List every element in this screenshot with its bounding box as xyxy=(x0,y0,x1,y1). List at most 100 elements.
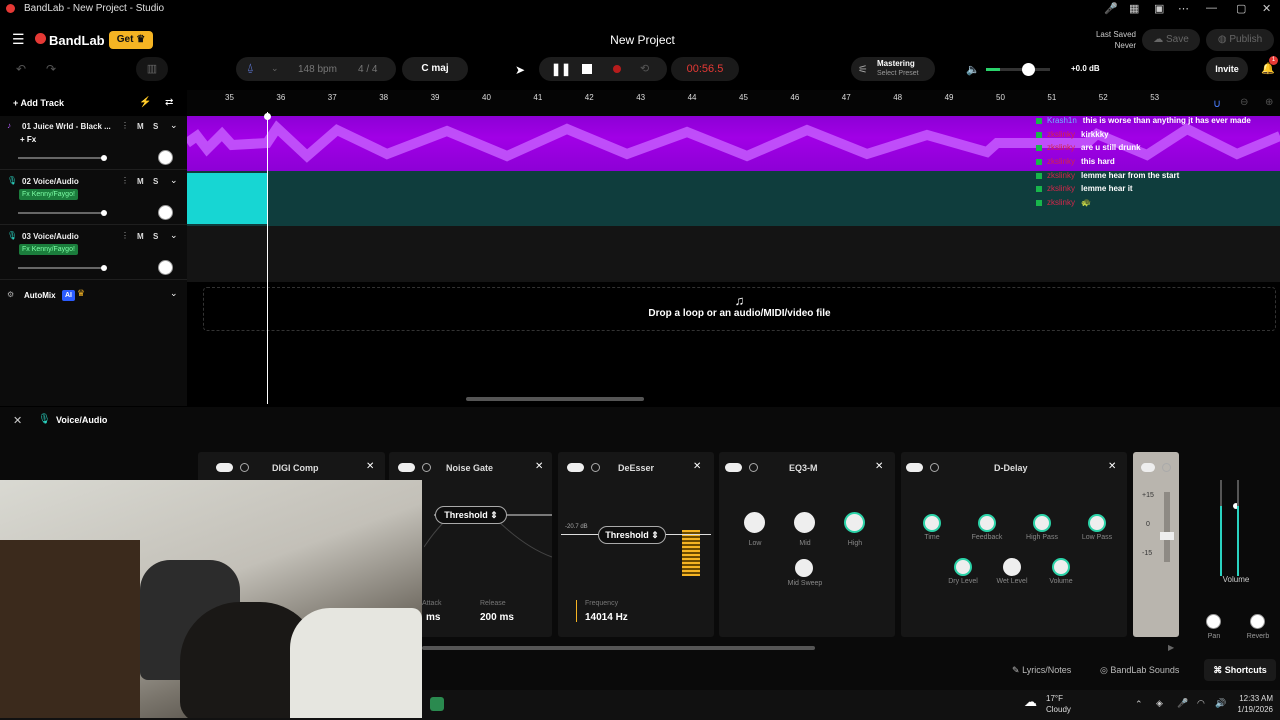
release-value[interactable]: 200 ms xyxy=(480,612,514,623)
taskbar-app-icon[interactable] xyxy=(430,697,444,711)
timeline-scrollbar[interactable] xyxy=(466,397,644,401)
delay-lowpass-knob[interactable] xyxy=(1088,514,1106,532)
publish-button[interactable]: ◍ Publish xyxy=(1206,29,1274,51)
info-icon[interactable] xyxy=(749,463,758,472)
delay-highpass-knob[interactable] xyxy=(1033,514,1051,532)
delay-feedback-knob[interactable] xyxy=(978,514,996,532)
metronome-dropdown-icon[interactable]: ⌄ xyxy=(271,63,279,74)
close-icon[interactable]: ✕ xyxy=(875,461,883,472)
frequency-value[interactable]: 14014 Hz xyxy=(585,612,628,623)
info-icon[interactable] xyxy=(422,463,431,472)
fx-scrollbar[interactable] xyxy=(422,646,815,650)
tray-app-icon[interactable]: ◈ xyxy=(1156,698,1163,709)
wifi-icon[interactable]: ◠ xyxy=(1197,698,1205,709)
track-header-1[interactable]: ♪ 01 Juice Wrld - Black ... ⋮ M S ⌄ + Fx xyxy=(0,116,187,170)
solo-button[interactable]: S xyxy=(153,232,158,241)
volume-fader-track[interactable] xyxy=(1220,480,1222,576)
mic-icon[interactable]: 🎤 xyxy=(1104,2,1118,15)
track-menu-icon[interactable]: ⋮ xyxy=(121,121,129,130)
save-button[interactable]: ☁ Save xyxy=(1142,29,1200,51)
attack-value[interactable]: ms xyxy=(426,612,440,623)
maximize-icon[interactable]: ▢ xyxy=(1236,2,1246,15)
get-membership-button[interactable]: Get ♛ xyxy=(109,31,153,49)
automix-row[interactable]: ⚙ AutoMix AI ♛ ⌄ xyxy=(0,283,187,309)
info-icon[interactable] xyxy=(240,463,249,472)
track-volume-slider[interactable] xyxy=(18,155,107,161)
fx-preset-tag[interactable]: Fx Kenny/Faygo! xyxy=(19,189,78,200)
threshold-control[interactable]: Threshold ⇕ xyxy=(435,506,507,524)
track-name[interactable]: 02 Voice/Audio xyxy=(22,177,79,186)
pip-icon[interactable]: ▣ xyxy=(1154,2,1164,15)
solo-button[interactable]: S xyxy=(153,122,158,131)
reverb-knob[interactable] xyxy=(1250,614,1265,629)
metronome-icon[interactable]: ⍙ xyxy=(247,62,254,75)
track-menu-icon[interactable]: ⋮ xyxy=(121,176,129,185)
minimize-icon[interactable]: — xyxy=(1206,2,1217,14)
fx-preset-tag[interactable]: Fx Kenny/Faygo! xyxy=(19,244,78,255)
track-expand-icon[interactable]: ⌄ xyxy=(170,230,178,241)
track-menu-icon[interactable]: ⋮ xyxy=(121,231,129,240)
drop-zone[interactable]: ♫ Drop a loop or an audio/MIDI/video fil… xyxy=(203,287,1276,331)
add-track-button[interactable]: + Add Track xyxy=(13,98,64,108)
shortcuts-button[interactable]: ⌘ Shortcuts xyxy=(1204,659,1276,681)
close-icon[interactable]: ✕ xyxy=(366,461,374,472)
close-panel-icon[interactable]: ✕ xyxy=(13,414,22,427)
track-expand-icon[interactable]: ⌄ xyxy=(170,175,178,186)
grid-icon[interactable]: ▦ xyxy=(1129,2,1139,15)
fx-enable-toggle[interactable] xyxy=(906,463,923,472)
track-pan-knob[interactable] xyxy=(158,150,173,165)
bpm-field[interactable]: 148 bpm xyxy=(298,64,337,75)
threshold-control[interactable]: Threshold ⇕ xyxy=(598,526,666,544)
fx-enable-toggle[interactable] xyxy=(567,463,584,472)
close-icon[interactable]: ✕ xyxy=(535,461,543,472)
track-header-2[interactable]: 🎙 02 Voice/Audio ⋮ M S ⌄ Fx Kenny/Faygo! xyxy=(0,171,187,225)
magnet-icon[interactable]: ∪ xyxy=(1213,97,1221,110)
close-icon[interactable]: ✕ xyxy=(1108,461,1116,472)
delay-wet-knob[interactable] xyxy=(1003,558,1021,576)
invite-button[interactable]: Invite xyxy=(1206,57,1248,81)
delay-time-knob[interactable] xyxy=(923,514,941,532)
eq-high-knob[interactable] xyxy=(844,512,865,533)
fx-enable-toggle[interactable] xyxy=(725,463,742,472)
mute-button[interactable]: M xyxy=(137,177,144,186)
track-header-3[interactable]: 🎙 03 Voice/Audio ⋮ M S ⌄ Fx Kenny/Faygo! xyxy=(0,226,187,280)
track-name[interactable]: 03 Voice/Audio xyxy=(22,232,79,241)
track-pan-knob[interactable] xyxy=(158,260,173,275)
mute-button[interactable]: M xyxy=(137,232,144,241)
piano-icon[interactable]: ▥ xyxy=(136,57,168,81)
lyrics-notes-button[interactable]: ✎ Lyrics/Notes xyxy=(1012,665,1071,676)
bandlab-sounds-button[interactable]: ◎ BandLab Sounds xyxy=(1100,665,1179,676)
fx-enable-toggle[interactable] xyxy=(216,463,233,472)
master-volume-knob[interactable] xyxy=(1022,63,1035,76)
track-volume-slider[interactable] xyxy=(18,265,107,271)
automix-expand-icon[interactable]: ⌄ xyxy=(170,288,178,299)
time-signature[interactable]: 4 / 4 xyxy=(358,64,377,75)
info-icon[interactable] xyxy=(930,463,939,472)
delay-volume-knob[interactable] xyxy=(1052,558,1070,576)
track-lane-3[interactable] xyxy=(187,226,1280,282)
playhead[interactable] xyxy=(267,112,268,404)
strip-fader-handle[interactable] xyxy=(1160,532,1174,540)
playhead-handle[interactable] xyxy=(264,113,271,120)
zoom-in-icon[interactable]: ⊕ xyxy=(1265,97,1273,108)
volume-icon[interactable]: 🔊 xyxy=(1215,698,1226,709)
master-volume-slider[interactable] xyxy=(986,63,1050,76)
info-icon[interactable] xyxy=(1162,463,1171,472)
zoom-out-icon[interactable]: ⊖ xyxy=(1240,97,1248,108)
add-fx-button[interactable]: + Fx xyxy=(20,135,36,144)
close-icon[interactable]: ✕ xyxy=(1262,2,1271,15)
track-expand-icon[interactable]: ⌄ xyxy=(170,120,178,131)
scroll-right-icon[interactable]: ▶ xyxy=(1168,643,1174,652)
eq-low-knob[interactable] xyxy=(744,512,765,533)
track-name[interactable]: 01 Juice Wrld - Black ... xyxy=(22,122,111,131)
fx-enable-toggle[interactable] xyxy=(398,463,415,472)
redo-icon[interactable]: ↷ xyxy=(46,62,56,76)
info-icon[interactable] xyxy=(591,463,600,472)
loop-icon[interactable]: ⟲ xyxy=(640,62,649,75)
track-volume-slider[interactable] xyxy=(18,210,107,216)
delay-dry-knob[interactable] xyxy=(954,558,972,576)
eq-mid-sweep-knob[interactable] xyxy=(795,559,813,577)
pan-knob[interactable] xyxy=(1206,614,1221,629)
mute-button[interactable]: M xyxy=(137,122,144,131)
solo-button[interactable]: S xyxy=(153,177,158,186)
